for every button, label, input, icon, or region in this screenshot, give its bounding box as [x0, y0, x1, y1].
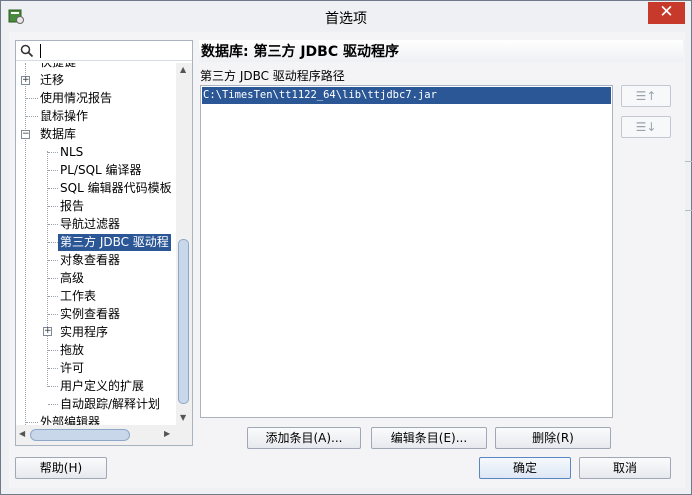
tree-connector — [48, 242, 58, 243]
window-title: 首选项 — [325, 11, 367, 27]
tree-item-plsql-compiler[interactable]: PL/SQL 编译器 — [60, 162, 142, 179]
scroll-up-icon[interactable]: ▲ — [180, 65, 186, 74]
tree-item-object-viewer[interactable]: 对象查看器 — [60, 252, 120, 269]
expand-icon[interactable]: + — [21, 76, 30, 85]
tree-connector — [48, 404, 58, 405]
preferences-tree: 快捷键 + 迁移 使用情况报告 鼠标操作 − 数据库 NLS PL/SQL 编译… — [16, 63, 176, 425]
tree-vertical-scrollbar[interactable]: ▲ ▼ — [176, 63, 192, 425]
tree-connector — [48, 170, 58, 171]
cancel-button[interactable]: 取消 — [579, 457, 671, 479]
tree-item-advanced[interactable]: 高级 — [60, 270, 84, 287]
tree-item-license[interactable]: 许可 — [60, 360, 84, 377]
tree-horizontal-scrollbar[interactable]: ◀ ▶ — [16, 425, 192, 445]
dialog-body: 快捷键 + 迁移 使用情况报告 鼠标操作 − 数据库 NLS PL/SQL 编译… — [9, 32, 685, 488]
tree-item-migration[interactable]: 迁移 — [40, 72, 64, 89]
driver-path-list[interactable]: C:\TimesTen\tt1122_64\lib\ttjdbc7.jar — [200, 85, 613, 418]
text-caret — [40, 44, 41, 58]
scroll-right-icon[interactable]: ▶ — [164, 429, 170, 438]
tree-item-database[interactable]: 数据库 — [40, 126, 76, 143]
tree-item-instance-viewer[interactable]: 实例查看器 — [60, 306, 120, 323]
tree-connector — [48, 224, 58, 225]
delete-entry-button[interactable]: 删除(R) — [495, 427, 611, 449]
scrollbar-thumb[interactable] — [30, 429, 130, 441]
window-edge-divider — [685, 161, 692, 211]
tree-item-external-editor[interactable]: 外部编辑器 — [40, 414, 100, 425]
tree-connector — [48, 260, 58, 261]
tree-item-mouse-actions[interactable]: 鼠标操作 — [40, 108, 88, 125]
tree-item-reports[interactable]: 报告 — [60, 198, 84, 215]
preferences-tree-panel: 快捷键 + 迁移 使用情况报告 鼠标操作 − 数据库 NLS PL/SQL 编译… — [15, 40, 193, 446]
tree-item-sql-editor-templates[interactable]: SQL 编辑器代码模板 — [60, 180, 172, 197]
tree-item-drag-drop[interactable]: 拖放 — [60, 342, 84, 359]
tree-guide-line — [47, 151, 48, 387]
tree-connector — [26, 422, 38, 423]
list-item[interactable]: C:\TimesTen\tt1122_64\lib\ttjdbc7.jar — [202, 87, 611, 104]
tree-guide-line — [25, 63, 26, 425]
tree-connector — [48, 368, 58, 369]
tree-item-usage-reporting[interactable]: 使用情况报告 — [40, 90, 112, 107]
close-button[interactable]: ✕ — [648, 2, 685, 24]
tree-item-autotrace-explain[interactable]: 自动跟踪/解释计划 — [60, 396, 160, 413]
tree-connector — [48, 206, 58, 207]
move-down-button[interactable]: ☰↓ — [621, 116, 671, 138]
tree-connector — [26, 116, 38, 117]
collapse-icon[interactable]: − — [21, 130, 30, 139]
driver-path-label: 第三方 JDBC 驱动程序路径 — [200, 69, 345, 83]
search-input[interactable] — [16, 41, 192, 61]
tree-item-worksheet[interactable]: 工作表 — [60, 288, 96, 305]
tree-connector — [48, 386, 58, 387]
edit-entry-button[interactable]: 编辑条目(E)... — [371, 427, 487, 449]
tree-connector — [48, 350, 58, 351]
tree-connector — [26, 98, 38, 99]
tree-connector — [48, 296, 58, 297]
move-up-button[interactable]: ☰↑ — [621, 85, 671, 107]
search-icon — [20, 44, 34, 58]
ok-button[interactable]: 确定 — [479, 457, 571, 479]
help-button[interactable]: 帮助(H) — [15, 457, 107, 479]
tree-connector — [48, 314, 58, 315]
tree-connector — [48, 152, 58, 153]
add-entry-button[interactable]: 添加条目(A)... — [247, 427, 361, 449]
scroll-down-icon[interactable]: ▼ — [180, 413, 186, 422]
tree-item-nls[interactable]: NLS — [60, 144, 83, 161]
tree-item-user-extensions[interactable]: 用户定义的扩展 — [60, 378, 144, 395]
tree-connector — [48, 188, 58, 189]
tree-item-utilities[interactable]: 实用程序 — [60, 324, 108, 341]
tree-connector — [48, 278, 58, 279]
tree-item-third-party-jdbc[interactable]: 第三方 JDBC 驱动程 — [58, 234, 171, 251]
page-title: 数据库: 第三方 JDBC 驱动程序 — [201, 44, 399, 60]
tree-item-shortcuts[interactable]: 快捷键 — [40, 63, 76, 71]
scroll-left-icon[interactable]: ◀ — [19, 429, 25, 438]
preferences-dialog: 首选项 ✕ 快捷键 + 迁移 使用情况报告 — [0, 0, 692, 495]
tree-item-navigation-filter[interactable]: 导航过滤器 — [60, 216, 120, 233]
scrollbar-thumb[interactable] — [178, 239, 189, 404]
expand-icon[interactable]: + — [43, 327, 52, 336]
title-bar[interactable]: 首选项 ✕ — [1, 1, 691, 31]
